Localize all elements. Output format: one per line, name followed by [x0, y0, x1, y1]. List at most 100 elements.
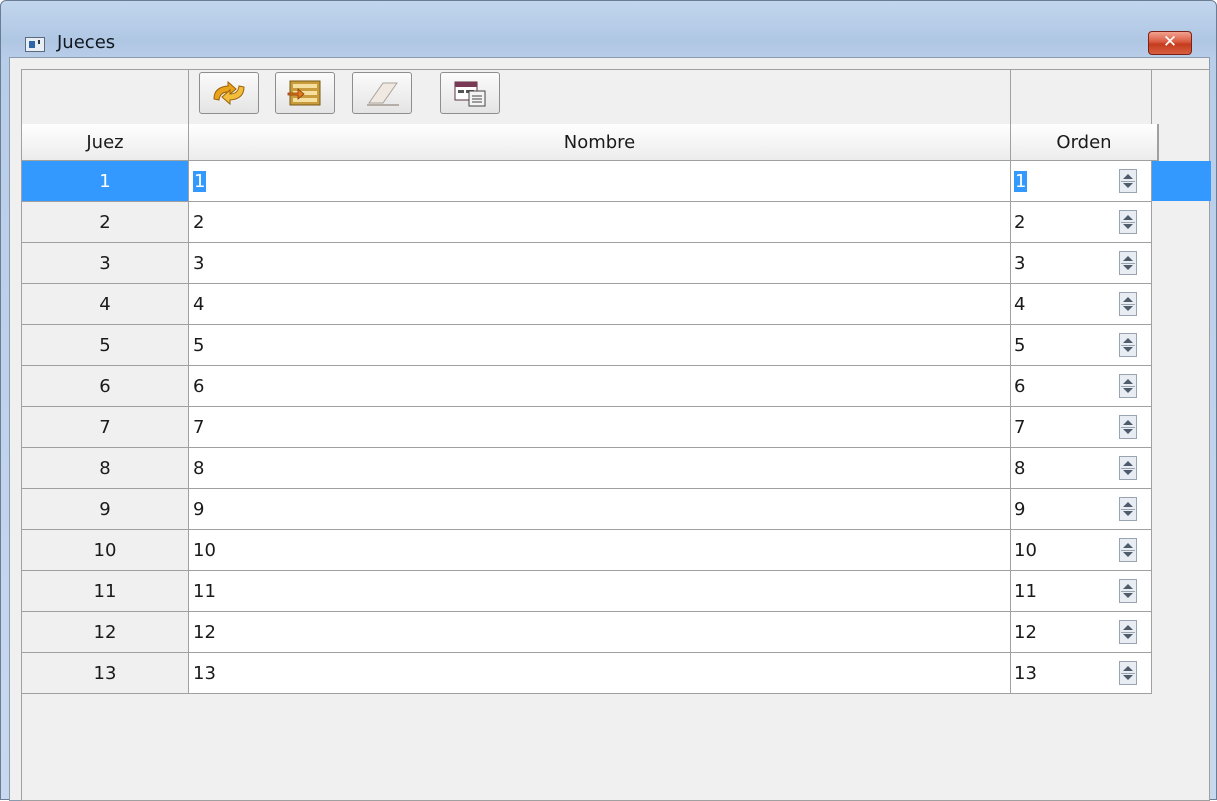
column-header-orden[interactable]: Orden: [1011, 124, 1159, 160]
orden-spinbox[interactable]: 13: [1011, 653, 1152, 694]
juez-cell[interactable]: 12: [22, 612, 189, 653]
spin-arrows-icon[interactable]: [1119, 579, 1137, 603]
table-row[interactable]: 666: [22, 366, 1211, 407]
orden-spinbox[interactable]: 4: [1011, 284, 1152, 325]
orden-value: 7: [1014, 417, 1026, 438]
nombre-field[interactable]: 13: [189, 653, 1011, 694]
nombre-field[interactable]: 6: [189, 366, 1011, 407]
selection-highlight: [1152, 161, 1211, 201]
orden-spinbox[interactable]: 7: [1011, 407, 1152, 448]
juez-cell[interactable]: 7: [22, 407, 189, 448]
table-row[interactable]: 12 12 12: [22, 612, 1211, 653]
table-row[interactable]: 222: [22, 202, 1211, 243]
juez-cell[interactable]: 3: [22, 243, 189, 284]
column-header-juez[interactable]: Juez: [22, 124, 189, 160]
orden-spinbox[interactable]: 5: [1011, 325, 1152, 366]
table-row[interactable]: 11 11 11: [22, 571, 1211, 612]
nombre-value: 3: [193, 253, 205, 274]
nombre-field[interactable]: 3: [189, 243, 1011, 284]
table-row[interactable]: 999: [22, 489, 1211, 530]
nombre-value: 1: [193, 171, 207, 192]
nombre-value: 9: [193, 499, 205, 520]
spin-arrows-icon[interactable]: [1119, 456, 1137, 480]
juez-cell[interactable]: 10: [22, 530, 189, 571]
orden-spinbox[interactable]: 8: [1011, 448, 1152, 489]
nombre-value: 13: [193, 663, 216, 684]
nombre-field[interactable]: 2: [189, 202, 1011, 243]
juez-cell[interactable]: 5: [22, 325, 189, 366]
orden-spinbox[interactable]: 6: [1011, 366, 1152, 407]
table-row[interactable]: 111: [22, 161, 1211, 202]
orden-spinbox[interactable]: 10: [1011, 530, 1152, 571]
juez-cell[interactable]: 6: [22, 366, 189, 407]
orden-spinbox[interactable]: 12: [1011, 612, 1152, 653]
spin-arrows-icon[interactable]: [1119, 333, 1137, 357]
refresh-button[interactable]: [199, 72, 259, 114]
juez-cell[interactable]: 13: [22, 653, 189, 694]
table-row[interactable]: 10 10 10: [22, 530, 1211, 571]
table-row[interactable]: 444: [22, 284, 1211, 325]
add-rows-button[interactable]: [275, 72, 335, 114]
nombre-field[interactable]: 7: [189, 407, 1011, 448]
orden-value: 4: [1014, 294, 1026, 315]
juez-cell[interactable]: 8: [22, 448, 189, 489]
table-corner: [22, 70, 189, 124]
orden-spinbox[interactable]: 1: [1011, 161, 1152, 202]
add-rows-icon: [287, 80, 321, 106]
column-header-nombre[interactable]: Nombre: [189, 124, 1011, 160]
nombre-field[interactable]: 12: [189, 612, 1011, 653]
spin-arrows-icon[interactable]: [1119, 620, 1137, 644]
clear-button[interactable]: [352, 72, 412, 114]
juez-cell[interactable]: 1: [22, 161, 189, 202]
table-row[interactable]: 555: [22, 325, 1211, 366]
spin-arrows-icon[interactable]: [1119, 292, 1137, 316]
table-row[interactable]: 13 13 13: [22, 653, 1211, 694]
orden-value: 13: [1014, 663, 1037, 684]
nombre-field[interactable]: 5: [189, 325, 1011, 366]
table-row[interactable]: 888: [22, 448, 1211, 489]
orden-value: 10: [1014, 540, 1037, 561]
spin-arrows-icon[interactable]: [1119, 661, 1137, 685]
nombre-field[interactable]: 9: [189, 489, 1011, 530]
toolbar: [189, 70, 1011, 124]
nombre-field[interactable]: 10: [189, 530, 1011, 571]
spin-arrows-icon[interactable]: [1119, 169, 1137, 193]
eraser-icon: [367, 82, 399, 106]
spin-arrows-icon[interactable]: [1119, 538, 1137, 562]
juez-cell[interactable]: 4: [22, 284, 189, 325]
nombre-field[interactable]: 1: [189, 161, 1011, 202]
export-button[interactable]: [440, 72, 500, 114]
nombre-field[interactable]: 4: [189, 284, 1011, 325]
nombre-field[interactable]: 8: [189, 448, 1011, 489]
spin-arrows-icon[interactable]: [1119, 251, 1137, 275]
orden-spinbox[interactable]: 3: [1011, 243, 1152, 284]
jueces-window: Jueces ✕ Juez Nombre Orden 1 1 1 2 2 2 3…: [0, 0, 1217, 801]
spin-arrows-icon[interactable]: [1119, 415, 1137, 439]
window-client-area: Juez Nombre Orden 1112223334445556667778…: [9, 57, 1211, 801]
orden-spinbox[interactable]: 11: [1011, 571, 1152, 612]
orden-value: 1: [1014, 171, 1028, 192]
spin-arrows-icon[interactable]: [1119, 374, 1137, 398]
nombre-field[interactable]: 11: [189, 571, 1011, 612]
orden-value: 9: [1014, 499, 1026, 520]
nombre-value: 7: [193, 417, 205, 438]
orden-spinbox[interactable]: 9: [1011, 489, 1152, 530]
orden-spinbox[interactable]: 2: [1011, 202, 1152, 243]
orden-value: 3: [1014, 253, 1026, 274]
table-row[interactable]: 333: [22, 243, 1211, 284]
nombre-value: 2: [193, 212, 205, 233]
title-bar[interactable]: Jueces ✕: [1, 1, 1216, 57]
table-export-icon: [454, 81, 486, 107]
judges-table: Juez Nombre Orden 1112223334445556667778…: [21, 69, 1211, 801]
table-row[interactable]: 777: [22, 407, 1211, 448]
spin-arrows-icon[interactable]: [1119, 210, 1137, 234]
juez-cell[interactable]: 9: [22, 489, 189, 530]
spin-arrows-icon[interactable]: [1119, 497, 1137, 521]
refresh-arrows-icon: [213, 80, 245, 106]
juez-cell[interactable]: 2: [22, 202, 189, 243]
close-button[interactable]: ✕: [1148, 31, 1192, 55]
nombre-value: 4: [193, 294, 205, 315]
juez-cell[interactable]: 11: [22, 571, 189, 612]
orden-value: 11: [1014, 581, 1037, 602]
orden-value: 6: [1014, 376, 1026, 397]
